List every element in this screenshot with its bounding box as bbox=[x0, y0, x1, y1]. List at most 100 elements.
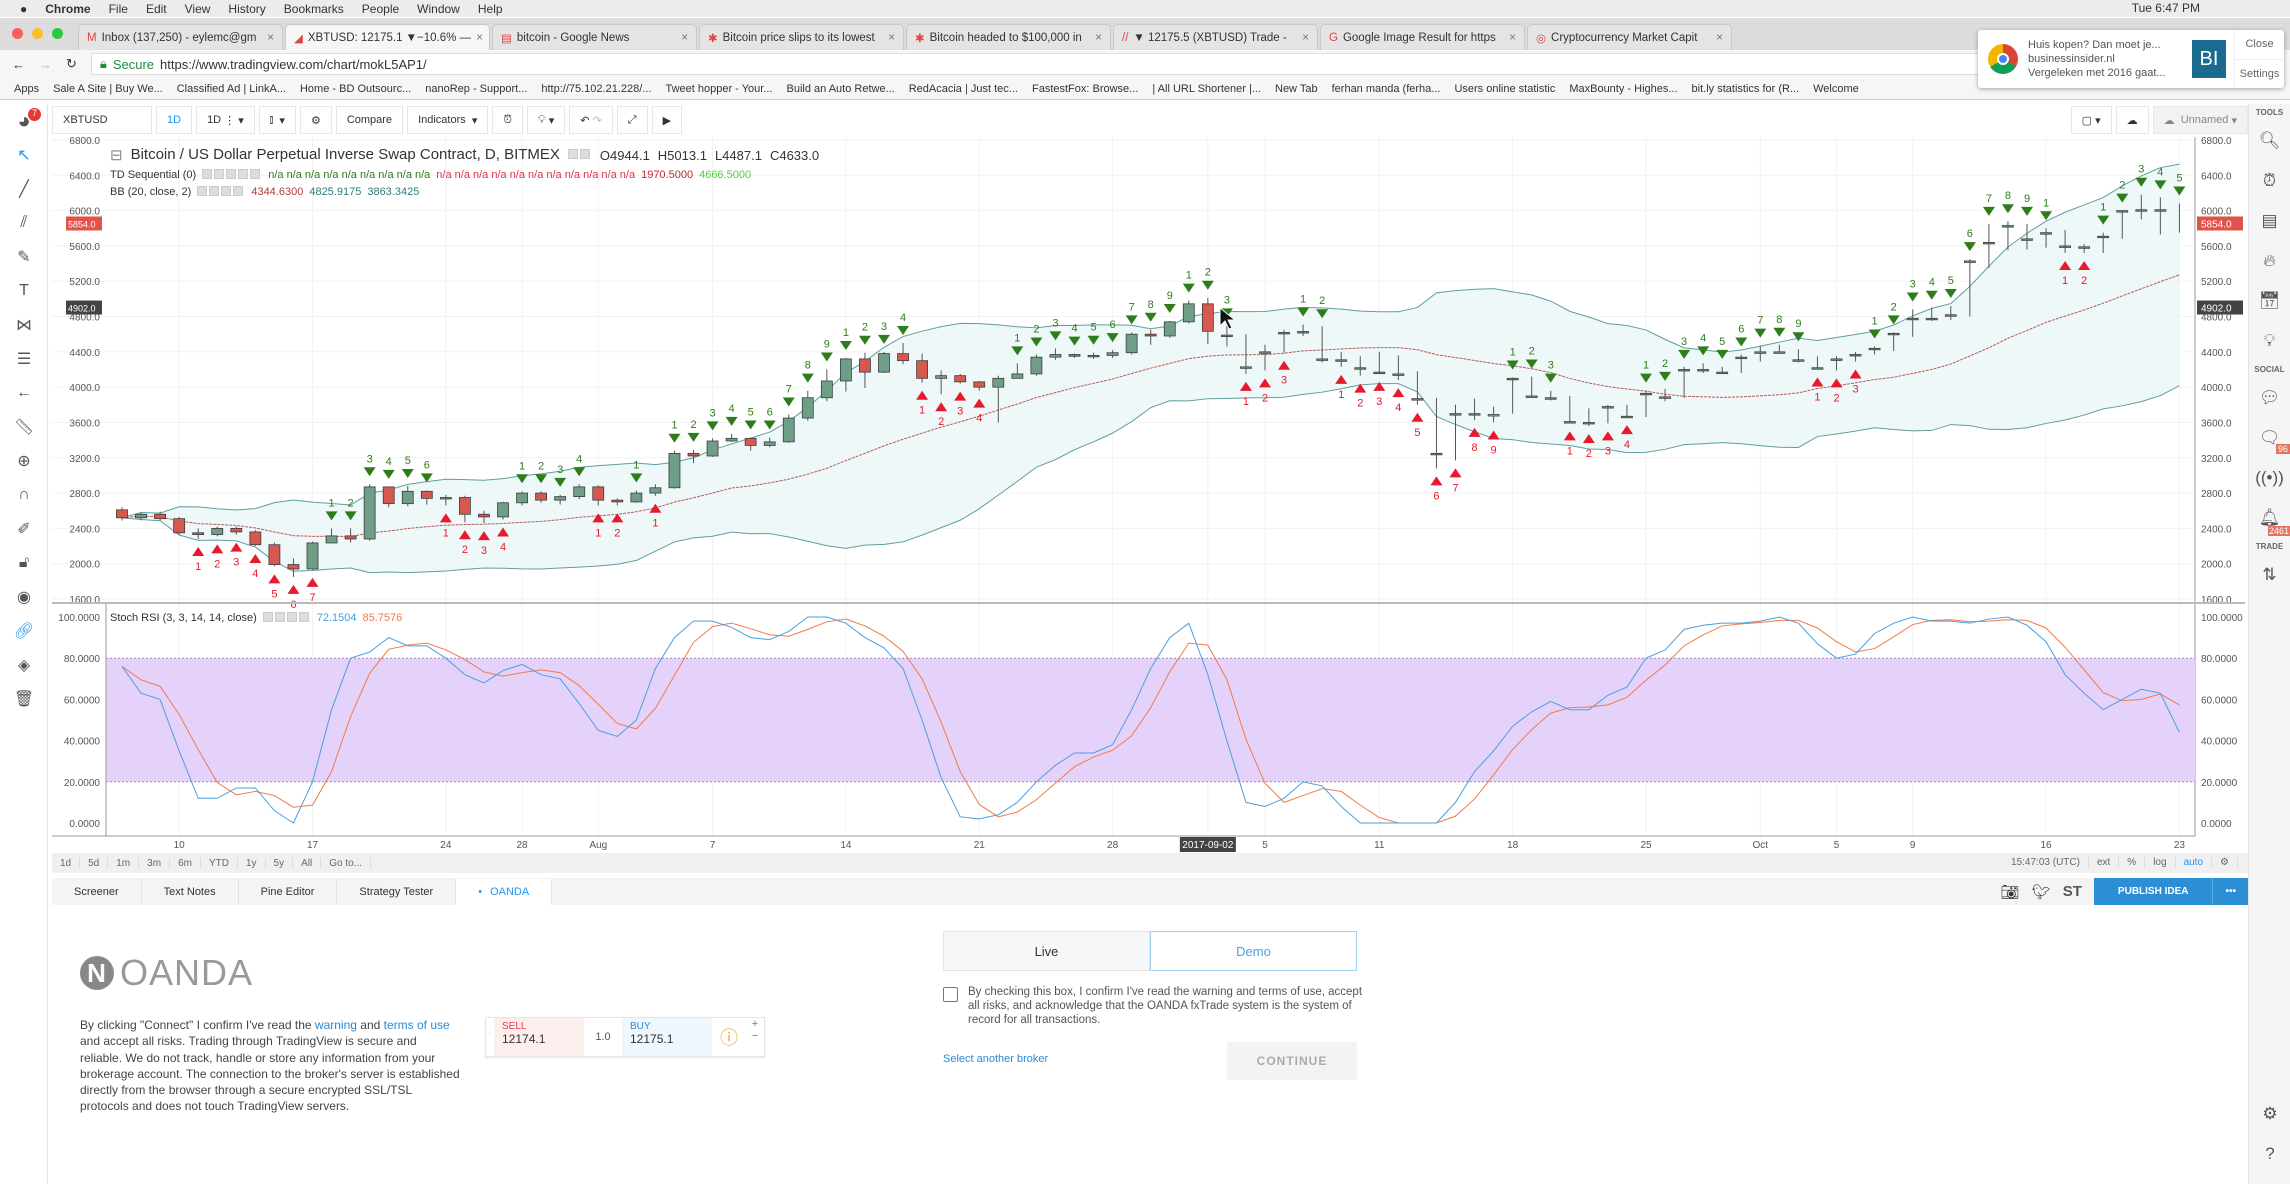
load-layout-button[interactable]: ☁ bbox=[2115, 106, 2149, 134]
alert-button[interactable]: ⏰︎ bbox=[492, 106, 523, 134]
bottom-tab[interactable]: • OANDA bbox=[456, 879, 553, 905]
reload-icon[interactable]: ↻ bbox=[66, 56, 77, 72]
legend-buttons[interactable] bbox=[567, 146, 592, 164]
range-button[interactable]: 1m bbox=[108, 857, 140, 869]
bookmark-item[interactable]: ferhan manda (ferha... bbox=[1332, 83, 1441, 95]
bookmark-item[interactable]: bit.ly statistics for (R... bbox=[1692, 83, 1800, 95]
minimize-window-icon[interactable] bbox=[32, 28, 43, 39]
range-button[interactable]: YTD bbox=[201, 857, 238, 869]
scale-ext[interactable]: ext bbox=[2089, 857, 2120, 868]
range-button[interactable]: 5y bbox=[266, 857, 294, 869]
bookmark-item[interactable]: New Tab bbox=[1275, 83, 1318, 95]
bb-label[interactable]: BB (20, close, 2) bbox=[110, 186, 191, 199]
legend-buttons[interactable] bbox=[197, 186, 245, 199]
browser-tab[interactable]: ▤ bitcoin - Google News × bbox=[492, 24, 697, 50]
maximize-window-icon[interactable] bbox=[52, 28, 63, 39]
streams-icon[interactable]: ((•)) bbox=[2249, 458, 2290, 498]
clock[interactable]: Tue 6:47 PM bbox=[2132, 1, 2200, 15]
drag-handle[interactable]: ⋮ bbox=[486, 1018, 494, 1056]
hotlist-flame-icon[interactable]: 🔥︎ bbox=[2249, 241, 2290, 281]
layout-button[interactable]: ▢ ▾ bbox=[2070, 106, 2112, 134]
tab-close-icon[interactable]: × bbox=[1302, 32, 1309, 44]
browser-tab[interactable]: // ▼ 12175.5 (XBTUSD) Trade - × bbox=[1113, 24, 1318, 50]
notifications-icon[interactable]: 🔔︎ 2461 bbox=[2249, 498, 2290, 538]
tab-close-icon[interactable]: × bbox=[476, 32, 483, 44]
bottom-tab[interactable]: Pine Editor bbox=[239, 879, 338, 905]
publish-idea-button[interactable]: PUBLISH IDEA bbox=[2093, 878, 2213, 905]
back-icon[interactable]: ← bbox=[12, 57, 25, 72]
bookmark-item[interactable]: FastestFox: Browse... bbox=[1032, 83, 1138, 95]
menu-file[interactable]: File bbox=[109, 2, 128, 16]
bookmark-item[interactable]: Users online statistic bbox=[1454, 83, 1555, 95]
settings-gear-icon[interactable]: ⚙ bbox=[2249, 1094, 2290, 1134]
plus-icon[interactable]: + bbox=[752, 1018, 758, 1030]
bookmark-item[interactable]: MaxBounty - Highes... bbox=[1569, 83, 1677, 95]
menu-people[interactable]: People bbox=[362, 2, 399, 16]
ideas-button[interactable]: 💡︎ ▾ bbox=[527, 106, 566, 134]
tab-close-icon[interactable]: × bbox=[888, 32, 895, 44]
bookmark-item[interactable]: Classified Ad | LinkA... bbox=[177, 83, 286, 95]
bookmark-item[interactable]: Sale A Site | Buy We... bbox=[53, 83, 163, 95]
bottom-tab[interactable]: Screener bbox=[52, 879, 142, 905]
undo-button[interactable]: ↶ ↷ bbox=[569, 106, 613, 134]
settings-button[interactable]: ⚙ bbox=[299, 106, 332, 134]
agree-checkbox[interactable] bbox=[943, 987, 958, 1002]
range-button[interactable]: Go to... bbox=[321, 857, 372, 869]
stocktwits-button[interactable]: ST bbox=[2063, 883, 2082, 900]
notification-settings-button[interactable]: Settings bbox=[2235, 60, 2284, 89]
browser-tab[interactable]: ◢ XBTUSD: 12175.1 ▼−10.6% — × bbox=[285, 24, 490, 50]
quantity-field[interactable]: 1.0 bbox=[584, 1018, 622, 1056]
scale-log[interactable]: log bbox=[2145, 857, 2176, 868]
sell-button[interactable]: SELL 12174.1 bbox=[494, 1018, 584, 1056]
private-chat-icon[interactable]: 🗨︎ 96 bbox=[2249, 418, 2290, 458]
scale-auto[interactable]: auto bbox=[2176, 857, 2213, 868]
bookmark-item[interactable]: Apps bbox=[14, 83, 39, 95]
range-button[interactable]: 1d bbox=[52, 857, 81, 869]
symbol-search[interactable]: XBTUSD bbox=[52, 106, 152, 134]
menu-view[interactable]: View bbox=[185, 2, 211, 16]
bookmark-item[interactable]: nanoRep - Support... bbox=[425, 83, 527, 95]
bookmark-item[interactable]: Welcome bbox=[1813, 83, 1859, 95]
minus-icon[interactable]: − bbox=[752, 1030, 758, 1042]
legend-buttons[interactable] bbox=[202, 169, 262, 182]
demo-tab[interactable]: Demo bbox=[1150, 931, 1357, 971]
warning-link[interactable]: warning bbox=[315, 1018, 357, 1032]
interval-dropdown[interactable]: 1D ⋮ ▾ bbox=[196, 106, 255, 134]
browser-tab[interactable]: ◎ Cryptocurrency Market Capit × bbox=[1527, 24, 1732, 50]
camera-icon[interactable]: 📷︎ bbox=[2001, 883, 2020, 901]
tab-close-icon[interactable]: × bbox=[681, 32, 688, 44]
menu-help[interactable]: Help bbox=[478, 2, 503, 16]
bottom-tab[interactable]: Strategy Tester bbox=[337, 879, 457, 905]
select-another-broker-link[interactable]: Select another broker bbox=[943, 1053, 1048, 1065]
chrome-notification[interactable]: Huis kopen? Dan moet je... businessinsid… bbox=[1978, 30, 2284, 88]
scale-percent[interactable]: % bbox=[2119, 857, 2146, 868]
tab-close-icon[interactable]: × bbox=[1716, 32, 1723, 44]
bookmark-item[interactable]: Build an Auto Retwe... bbox=[787, 83, 895, 95]
menu-window[interactable]: Window bbox=[417, 2, 460, 16]
legend-buttons[interactable] bbox=[262, 612, 311, 625]
indicators-button[interactable]: Indicators ▾ bbox=[407, 106, 489, 134]
fullscreen-button[interactable]: ⤢ bbox=[616, 106, 648, 134]
calendar-icon[interactable]: 📅︎ bbox=[2249, 281, 2290, 321]
chart-canvas[interactable]: 6800.0 6800.0 6400.0 6400.0 6000.0 6000.0 5600… bbox=[0, 137, 2248, 853]
menu-edit[interactable]: Edit bbox=[146, 2, 167, 16]
menu-history[interactable]: History bbox=[228, 2, 265, 16]
browser-tab[interactable]: G Google Image Result for https × bbox=[1320, 24, 1525, 50]
tab-close-icon[interactable]: × bbox=[1509, 32, 1516, 44]
bookmark-item[interactable]: RedAcacia | Just tec... bbox=[909, 83, 1018, 95]
bookmark-item[interactable]: | All URL Shortener |... bbox=[1152, 83, 1261, 95]
menu-app[interactable]: Chrome bbox=[45, 2, 90, 16]
buy-button[interactable]: BUY 12175.1 bbox=[622, 1018, 712, 1056]
chart-style-button[interactable]: ⫾ ▾ bbox=[258, 106, 296, 134]
alarm-clock-icon[interactable]: ⏰︎ bbox=[2249, 161, 2290, 201]
continue-button[interactable]: CONTINUE bbox=[1227, 1042, 1357, 1080]
bookmark-item[interactable]: http://75.102.21.228/... bbox=[541, 83, 651, 95]
interval-button[interactable]: 1D bbox=[156, 106, 193, 134]
bookmark-item[interactable]: Tweet hopper - Your... bbox=[665, 83, 772, 95]
save-layout-button[interactable]: ☁ Unnamed ▾ bbox=[2152, 106, 2248, 134]
watchlist-icon[interactable]: 🔍︎ bbox=[2249, 121, 2290, 161]
trade-arrows-icon[interactable]: ⇅ bbox=[2249, 555, 2290, 595]
bookmark-item[interactable]: Home - BD Outsourc... bbox=[300, 83, 411, 95]
tab-close-icon[interactable]: × bbox=[267, 32, 274, 44]
live-tab[interactable]: Live bbox=[943, 931, 1150, 971]
